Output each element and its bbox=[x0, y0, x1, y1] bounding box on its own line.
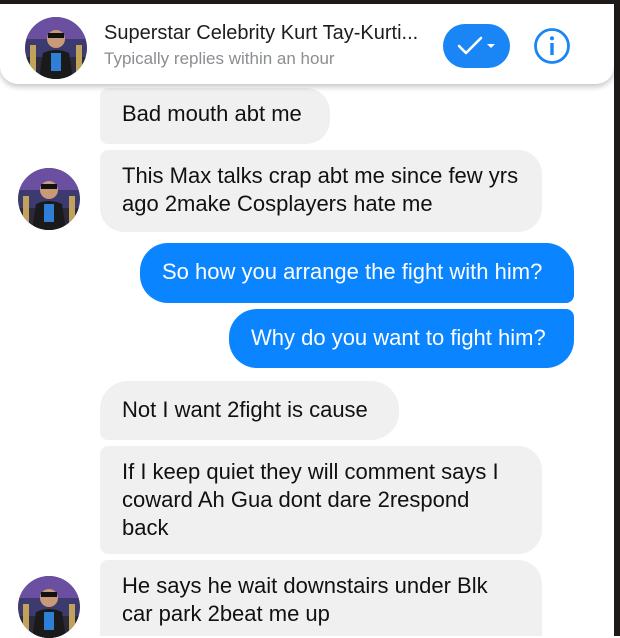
conversation-header: Superstar Celebrity Kurt Tay-Kurti... Ty… bbox=[0, 4, 614, 84]
contact-avatar[interactable] bbox=[25, 17, 87, 79]
info-icon[interactable] bbox=[533, 27, 571, 65]
follow-dropdown-button[interactable] bbox=[443, 24, 510, 68]
message-bubble-outgoing[interactable]: So how you arrange the fight with him? bbox=[140, 243, 574, 303]
message-bubble-incoming[interactable]: He says he wait downstairs under Blk car… bbox=[100, 560, 542, 636]
message-bubble-incoming[interactable]: This Max talks crap abt me since few yrs… bbox=[100, 150, 542, 232]
message-bubble-incoming[interactable]: Not I want 2fight is cause bbox=[100, 381, 399, 440]
message-bubble-incoming[interactable]: Bad mouth abt me bbox=[100, 88, 330, 144]
window-frame-right bbox=[614, 0, 620, 636]
sender-avatar[interactable] bbox=[18, 576, 80, 638]
response-time-status: Typically replies within an hour bbox=[104, 49, 335, 68]
checkmark-dropdown-icon bbox=[457, 36, 495, 55]
message-bubble-outgoing[interactable]: Why do you want to fight him? bbox=[229, 309, 574, 368]
contact-name[interactable]: Superstar Celebrity Kurt Tay-Kurti... bbox=[104, 22, 434, 45]
sender-avatar[interactable] bbox=[18, 168, 80, 230]
message-bubble-incoming[interactable]: If I keep quiet they will comment says I… bbox=[100, 446, 542, 554]
